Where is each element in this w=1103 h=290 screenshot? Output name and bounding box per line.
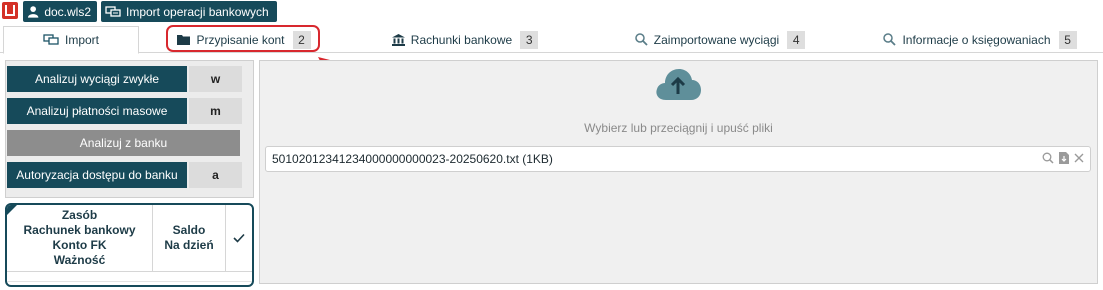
transfer-icon [105,6,121,17]
bank-auth-row: Autoryzacja dostępu do banku a [7,162,246,188]
close-icon[interactable] [1074,153,1084,163]
tab-informacje-o-ksiegowaniach[interactable]: Informacje o księgowaniach 5 [860,26,1100,53]
shortcut-key: m [189,98,242,124]
analyze-regular-button[interactable]: Analizuj wyciągi zwykłe [7,66,187,92]
accounts-table: Zasób Rachunek bankowy Konto FK Ważność … [5,203,254,287]
search-icon [635,33,648,46]
analyze-regular-row: Analizuj wyciągi zwykłe w [7,66,246,92]
shortcut-key: a [189,162,242,188]
breadcrumb-doc[interactable]: doc.wls2 [23,1,97,22]
bank-authorization-button[interactable]: Autoryzacja dostępu do banku [7,162,187,188]
breadcrumb-import-label: Import operacji bankowych [126,4,269,19]
file-actions [1042,152,1084,164]
divider [7,271,252,272]
header-line: Rachunek bankowy [23,223,136,237]
header-line: Ważność [53,253,106,267]
divider [7,281,252,282]
transfer-icon [43,34,59,45]
tab-badge: 5 [1058,30,1077,49]
shortcut-key: w [189,66,242,92]
header-line: Na dzień [164,238,214,252]
app-logo[interactable] [2,2,18,19]
analyze-from-bank-button[interactable]: Analizuj z banku [7,130,240,156]
search-icon [883,33,897,46]
search-icon[interactable] [1042,152,1054,164]
breadcrumb-import[interactable]: Import operacji bankowych [101,1,277,22]
tab-zaimport-label: Zaimportowane wyciągi [653,32,780,47]
user-icon [27,6,39,18]
header-line: Konto FK [52,238,107,252]
file-download-icon[interactable] [1059,152,1069,164]
tab-badge: 4 [787,30,806,49]
file-field[interactable]: 50102012341234000000000023-20250620.txt … [265,146,1091,172]
column-header-select[interactable] [226,205,252,271]
tab-rachunki-bankowe[interactable]: Rachunki bankowe 3 [345,26,585,53]
tab-bar: Import Przypisanie kont 2 Rachunki banko… [0,26,1103,54]
tab-rachunki-label: Rachunki bankowe [410,32,513,47]
cloud-upload-icon[interactable] [655,67,701,101]
header-line: Saldo [172,223,206,237]
tab-przypisanie-label: Przypisanie kont [196,32,285,47]
breadcrumb-doc-label: doc.wls2 [44,4,91,19]
analyze-mass-row: Analizuj płatności masowe m [7,98,246,124]
tab-przypisanie-kont[interactable]: Przypisanie kont 2 [167,26,321,53]
analyze-bank-row: Analizuj z banku [7,130,246,156]
check-icon [233,233,245,243]
tab-zaimportowane-wyciagi[interactable]: Zaimportowane wyciągi 4 [600,26,840,53]
column-header-zasob[interactable]: Zasób Rachunek bankowy Konto FK Ważność [7,205,153,271]
column-header-saldo[interactable]: Saldo Na dzień [153,205,226,271]
analyze-mass-button[interactable]: Analizuj płatności masowe [7,98,187,124]
tab-badge: 2 [292,30,311,49]
bank-icon [391,33,405,46]
file-name: 50102012341234000000000023-20250620.txt … [272,152,553,166]
tab-import[interactable]: Import [3,26,139,54]
top-bar: doc.wls2 Import operacji bankowych [0,0,1103,22]
tab-info-label: Informacje o księgowaniach [902,32,1051,47]
header-line: Zasób [61,208,98,222]
upload-hint: Wybierz lub przeciągnij i upuść pliki [584,121,773,135]
tab-import-label: Import [64,33,99,47]
folder-icon [177,35,191,45]
tab-badge: 3 [520,30,539,49]
